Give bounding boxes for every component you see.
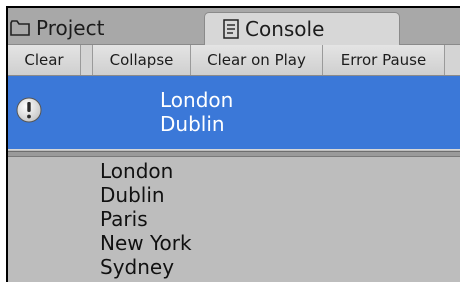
detail-line: Paris [100,207,148,231]
console-toolbar: Clear Collapse Clear on Play Error Pause [8,45,460,76]
folder-icon [10,20,30,36]
info-icon [15,96,43,124]
error-pause-toggle[interactable]: Error Pause [323,45,445,75]
console-window-frame: Project Console Clear Collapse Clear on … [6,6,460,282]
tab-console-label: Console [245,17,325,41]
tab-console[interactable]: Console [204,12,400,45]
detail-line: London [100,159,174,183]
detail-line: Sydney [100,255,175,279]
clear-button[interactable]: Clear [8,45,81,75]
detail-text: London Dublin Paris New York Sydney [100,159,192,279]
log-entry-text: London Dublin [160,88,233,136]
log-detail-pane: London Dublin Paris New York Sydney [8,157,460,282]
detail-line: New York [100,231,192,255]
console-window: Project Console Clear Collapse Clear on … [8,8,460,282]
console-icon [223,19,239,39]
detail-line: Dublin [100,183,165,207]
log-entry-line: London [160,88,234,112]
log-list: London Dublin [8,76,460,150]
tab-bar: Project Console [8,8,460,45]
clear-on-play-toggle[interactable]: Clear on Play [191,45,323,75]
log-entry-selected[interactable]: London Dublin [8,76,460,149]
log-entry-line: Dublin [160,112,225,136]
tab-project-label: Project [36,16,105,40]
toolbar-spacer [81,45,93,75]
tab-project[interactable]: Project [10,12,104,44]
collapse-toggle[interactable]: Collapse [93,45,191,75]
